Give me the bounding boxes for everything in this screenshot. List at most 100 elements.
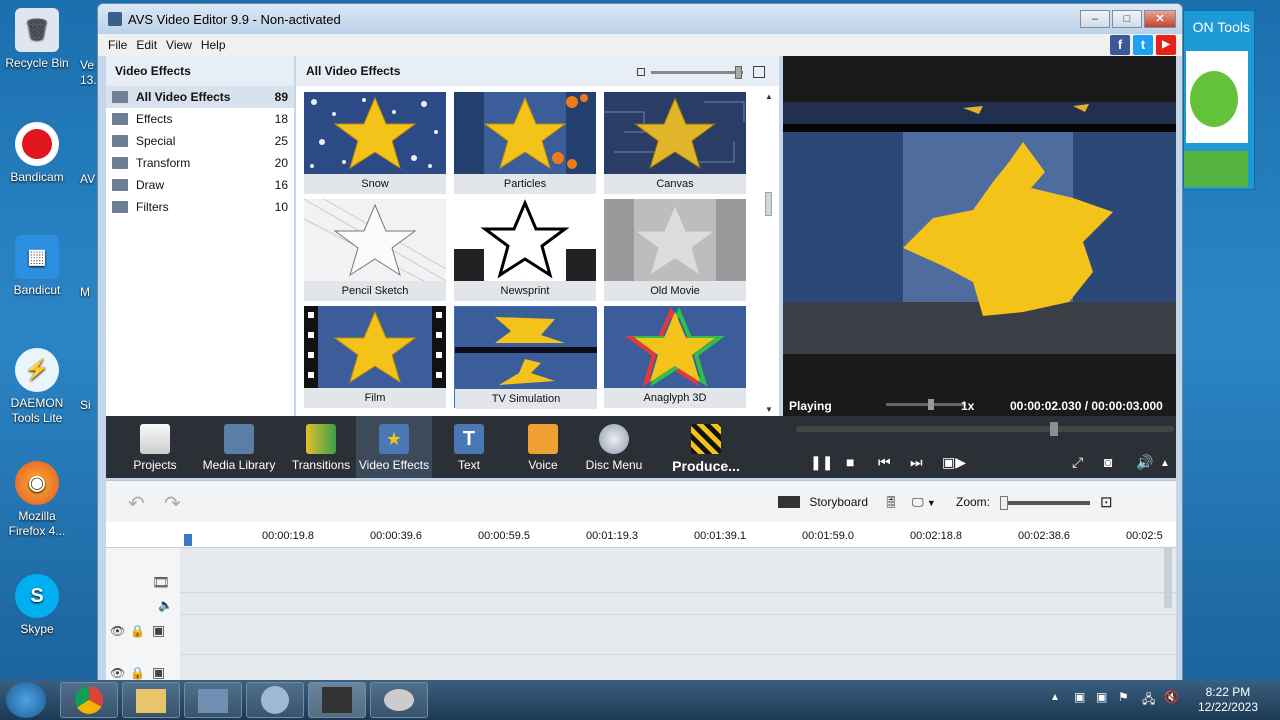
scroll-thumb[interactable] [765, 192, 772, 216]
desktop-icon-bandicam[interactable]: Bandicam [0, 122, 74, 185]
playhead-marker[interactable] [184, 534, 192, 546]
twitter-icon[interactable]: t [1133, 35, 1153, 55]
redo-icon[interactable]: ↷ [164, 491, 181, 516]
folder-icon [136, 689, 166, 713]
minimize-button[interactable]: – [1080, 10, 1110, 28]
fullscreen-icon[interactable]: ⤢ [1072, 454, 1083, 471]
effect-tile-old-movie[interactable]: Old Movie [604, 199, 746, 301]
toolbar-text[interactable]: T Text [442, 416, 496, 478]
taskbar-avs-video-editor[interactable] [308, 682, 366, 718]
next-frame-icon[interactable]: ⏭ [910, 454, 923, 471]
title-bar[interactable]: AVS Video Editor 9.9 - Non-activated – □… [98, 4, 1182, 34]
playback-speed[interactable]: 1x [961, 399, 974, 413]
menu-edit[interactable]: Edit [136, 38, 157, 52]
effects-scrollbar[interactable]: ▲ ▼ [763, 92, 775, 414]
close-button[interactable]: ✕ [1144, 10, 1176, 28]
lock-icon[interactable]: 🔒 [130, 666, 145, 680]
category-transform[interactable]: Transform 20 [106, 152, 294, 174]
stop-icon[interactable]: ■ [846, 454, 854, 470]
taskbar-app-1[interactable] [184, 682, 242, 718]
thumbnail-size-slider[interactable] [637, 66, 765, 79]
menu-view[interactable]: View [166, 38, 192, 52]
toolbar-produce[interactable]: Produce... [668, 416, 744, 478]
pause-icon[interactable]: ❚❚ [810, 454, 833, 471]
monitor-icon[interactable]: 🖵 [912, 495, 924, 509]
toolbar-voice[interactable]: Voice [516, 416, 570, 478]
flag-icon[interactable]: ⚑ [1118, 690, 1129, 704]
tray-icon[interactable]: ▣ [1074, 690, 1085, 704]
network-icon[interactable]: 🖧 [1142, 690, 1155, 711]
desktop-partial-label: Si [80, 398, 91, 412]
category-filters[interactable]: Filters 10 [106, 196, 294, 218]
effect-tile-canvas[interactable]: Canvas [604, 92, 746, 194]
taskbar-chrome[interactable] [60, 682, 118, 718]
toolbar-media-library[interactable]: Media Library [198, 416, 280, 478]
zoom-slider[interactable] [1000, 496, 1090, 510]
tray-icon[interactable]: ▣ [1096, 690, 1107, 704]
category-all-video-effects[interactable]: All Video Effects 89 [106, 86, 294, 108]
category-effects[interactable]: Effects 18 [106, 108, 294, 130]
fit-timeline-icon[interactable]: ⊡ [1100, 493, 1113, 511]
desktop-icon-skype[interactable]: S Skype [0, 574, 74, 637]
toolbar-video-effects[interactable]: ★ Video Effects [356, 416, 432, 478]
facebook-icon[interactable]: f [1110, 35, 1130, 55]
previous-frame-icon[interactable]: ⏮ [878, 454, 891, 471]
maximize-button[interactable]: □ [1112, 10, 1142, 28]
taskbar-app-2[interactable] [246, 682, 304, 718]
timeline-tracks[interactable]: 🎞 🔈 👁 🔒 ▣ 👁 🔒 ▣ [106, 548, 1176, 680]
menu-file[interactable]: File [108, 38, 127, 52]
effect-label: TV Simulation [455, 389, 597, 409]
daemon-tools-window[interactable]: ON Tools [1183, 10, 1255, 190]
slider-thumb[interactable] [735, 66, 742, 79]
desktop-icon-recycle-bin[interactable]: 🗑 Recycle Bin [0, 8, 74, 71]
volume-mute-icon[interactable]: 🔇 [1164, 690, 1179, 704]
lock-icon[interactable]: 🔒 [130, 624, 145, 638]
preview-frame[interactable] [783, 102, 1176, 354]
start-button[interactable] [6, 682, 46, 718]
visibility-eye-icon[interactable]: 👁 [110, 666, 125, 680]
timeline-ruler[interactable]: 00:00:19.8 00:00:39.6 00:00:59.5 00:01:1… [106, 522, 1176, 548]
audio-mixer-icon[interactable]: 🎚 [883, 495, 898, 509]
desktop-icon-label: Recycle Bin [5, 56, 69, 70]
toolbar-transitions[interactable]: Transitions [286, 416, 356, 478]
toolbar-disc-menu[interactable]: Disc Menu [580, 416, 648, 478]
menu-help[interactable]: Help [201, 38, 226, 52]
monitor-dropdown-icon[interactable]: ▼ [927, 498, 936, 508]
toolbar-projects[interactable]: Projects [126, 416, 184, 478]
youtube-icon[interactable]: ▶ [1156, 35, 1176, 55]
desktop-icon-firefox[interactable]: ◉ Mozilla Firefox 4... [0, 461, 74, 539]
volume-icon[interactable]: 🔊 [1136, 454, 1153, 471]
tracks-scrollbar[interactable] [1164, 548, 1172, 608]
seek-thumb[interactable] [1050, 422, 1058, 436]
snapshot-icon[interactable]: ◙ [1104, 454, 1112, 470]
play-selection-icon[interactable]: ▣▶ [942, 454, 966, 471]
undo-icon[interactable]: ↶ [128, 491, 145, 516]
visibility-eye-icon[interactable]: 👁 [110, 624, 125, 638]
scroll-down-icon[interactable]: ▼ [765, 405, 773, 414]
audio-track-icon[interactable]: 🔈 [158, 598, 173, 612]
effect-tile-snow[interactable]: Snow [304, 92, 446, 194]
effect-tile-tv-simulation[interactable]: TV Simulation [454, 306, 597, 409]
storyboard-toggle[interactable]: Storyboard 🎚 🖵 ▼ [778, 495, 936, 510]
effect-tile-anaglyph-3d[interactable]: Anaglyph 3D [604, 306, 746, 408]
volume-thumb[interactable] [928, 399, 934, 410]
taskbar-explorer[interactable] [122, 682, 180, 718]
taskbar-app-3[interactable] [370, 682, 428, 718]
effect-tile-pencil-sketch[interactable]: Pencil Sketch [304, 199, 446, 301]
playback-status: Playing [789, 399, 832, 413]
effect-tile-newsprint[interactable]: Newsprint [454, 199, 596, 301]
clock[interactable]: 8:22 PM 12/22/2023 [1198, 685, 1258, 715]
seek-bar[interactable] [796, 422, 1174, 436]
category-draw[interactable]: Draw 16 [106, 174, 294, 196]
category-special[interactable]: Special 25 [106, 130, 294, 152]
show-hidden-icons[interactable]: ▲ [1050, 692, 1060, 703]
volume-slider[interactable] [886, 399, 966, 410]
zoom-thumb[interactable] [1000, 496, 1008, 510]
app-icon [108, 12, 122, 26]
desktop-icon-bandicut[interactable]: ▦ Bandicut [0, 235, 74, 298]
effect-tile-film[interactable]: Film [304, 306, 446, 408]
effect-tile-particles[interactable]: Particles [454, 92, 596, 194]
desktop-icon-daemon-tools[interactable]: ⚡ DAEMON Tools Lite [0, 348, 74, 426]
scroll-up-icon[interactable]: ▲ [765, 92, 773, 101]
volume-dropdown-icon[interactable]: ▲ [1160, 458, 1170, 469]
